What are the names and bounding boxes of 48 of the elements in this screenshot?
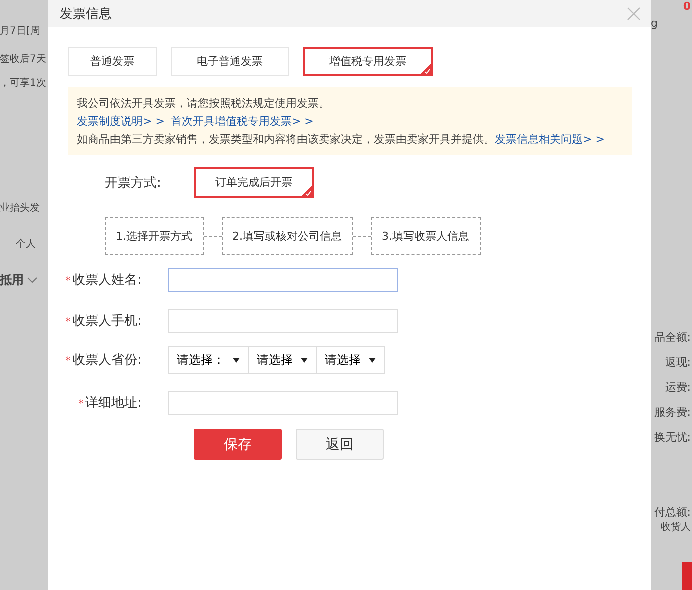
input-field[interactable] (168, 309, 398, 333)
step-box: 3.填写收票人信息 (371, 217, 480, 255)
caret-down-icon (369, 358, 376, 362)
field-label: *收票人手机: (64, 313, 143, 330)
background-text: ，可享1次 (0, 76, 46, 90)
input-field[interactable] (168, 268, 398, 292)
invoice-type-tab[interactable]: 增值税专用发票 (303, 47, 433, 76)
chevron-down-icon (27, 277, 38, 284)
background-text: 运费: (665, 380, 691, 395)
background-text: 个人 (16, 238, 36, 251)
checkmark-corner-icon (301, 185, 313, 197)
dialog-title: 发票信息 (60, 6, 112, 22)
save-button[interactable]: 保存 (194, 429, 282, 460)
step-box: 2.填写或核对公司信息 (222, 217, 353, 255)
field-label: *收票人姓名: (64, 272, 143, 289)
invoice-type-tab[interactable]: 电子普通发票 (171, 47, 289, 76)
issue-method-option[interactable]: 订单完成后开票 (194, 167, 314, 198)
background-text: 服务费: (654, 405, 691, 420)
background-text: 付总额: (654, 505, 691, 520)
field-label: *收票人省份: (64, 352, 143, 369)
invoice-type-tab[interactable]: 普通发票 (68, 47, 157, 76)
close-icon[interactable] (627, 6, 641, 20)
checkmark-corner-icon (420, 63, 432, 75)
issue-method-label: 开票方式: (105, 174, 162, 192)
notice-text: 如商品由第三方卖家销售，发票类型和内容将由该卖家决定，发票由卖家开具并提供。发票信息相关问题> > (77, 132, 606, 147)
select-dropdown[interactable]: 请选择 (317, 346, 385, 374)
background-text: 月7日[周 (0, 25, 40, 38)
select-dropdown[interactable]: 请选择 (249, 346, 317, 374)
notice-link[interactable]: 首次开具增值税专用发票> > (170, 114, 314, 129)
caret-down-icon (301, 358, 308, 362)
input-field[interactable] (168, 391, 398, 415)
background-text: 0 (683, 0, 691, 13)
notice-text: 我公司依法开具发票，请您按照税法规定使用发票。 (77, 96, 331, 111)
background-text: 抵用 (0, 272, 24, 289)
step-box: 1.选择开票方式 (105, 217, 204, 255)
select-dropdown[interactable]: 请选择： (168, 346, 249, 374)
background-text: 收货人 (661, 521, 691, 534)
background-text: 签收后7天 (0, 52, 46, 66)
background-text: 品全额: (654, 330, 691, 345)
field-label: *详细地址: (78, 395, 143, 412)
caret-down-icon (233, 358, 240, 362)
background-text: 返现: (665, 355, 691, 370)
background-text: 业抬头发 (0, 202, 40, 215)
background-text: 换无忧: (654, 430, 691, 445)
background-text: g (651, 17, 658, 30)
notice-link[interactable]: 发票制度说明> > (77, 114, 165, 129)
notice-link[interactable]: 发票信息相关问题> > (495, 133, 605, 146)
back-button[interactable]: 返回 (296, 429, 384, 460)
